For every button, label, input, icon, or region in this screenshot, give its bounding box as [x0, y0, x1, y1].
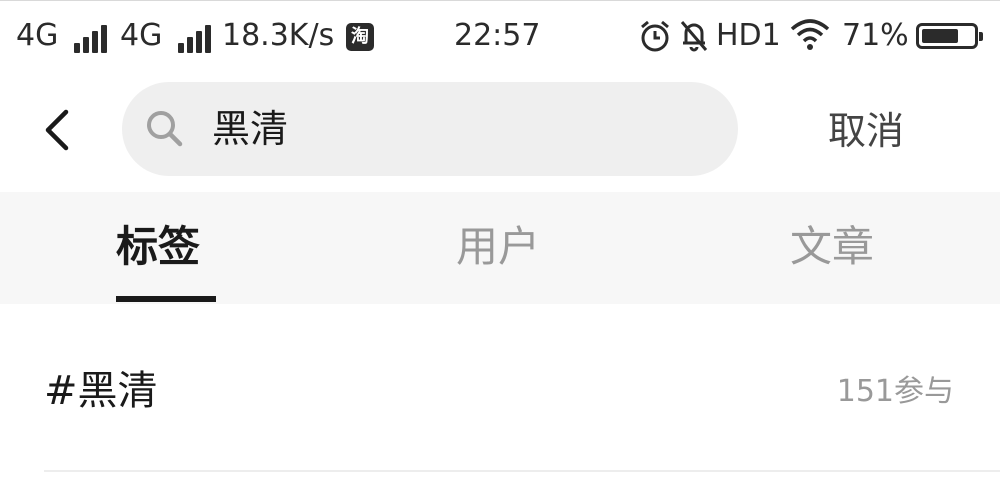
cancel-button[interactable]: 取消	[828, 108, 904, 154]
signal-icon	[177, 19, 214, 53]
battery-percent: 71%	[842, 18, 909, 53]
active-tab-indicator	[116, 296, 216, 302]
tag-name: #黑清	[44, 368, 158, 414]
network-speed: 18.3K/s	[222, 18, 335, 53]
alarm-icon	[641, 20, 669, 52]
search-query: 黑清	[212, 107, 289, 151]
clock: 22:57	[454, 18, 541, 53]
search-input[interactable]: 黑清	[122, 82, 738, 176]
taobao-notification-icon: 淘	[346, 23, 374, 51]
signal-icon	[73, 19, 110, 53]
search-bar-row: 黑清 取消	[0, 70, 1000, 192]
wifi-icon	[790, 19, 830, 50]
tab-tags[interactable]: 标签	[116, 222, 200, 272]
search-tabs: 标签 用户 文章	[0, 192, 1000, 304]
network-type-1: 4G	[16, 18, 59, 53]
hd-indicator: HD1	[716, 18, 781, 53]
network-indicator-2: 4G	[120, 19, 214, 53]
divider	[44, 470, 1000, 472]
participant-count: 151参与	[836, 374, 954, 409]
status-bar: 4G 4G 18.3K/s 淘 22:57 HD1 71%	[0, 0, 1000, 70]
search-icon	[147, 111, 183, 147]
tab-articles[interactable]: 文章	[790, 222, 874, 272]
battery-level	[922, 29, 958, 43]
list-item[interactable]: #黑清 151参与	[0, 304, 1000, 472]
network-type-2: 4G	[120, 18, 163, 53]
battery-icon	[916, 23, 983, 49]
tab-users[interactable]: 用户	[456, 222, 540, 272]
back-arrow-icon[interactable]	[36, 106, 80, 154]
mute-bell-icon	[680, 21, 708, 52]
network-indicator-1: 4G	[16, 19, 110, 53]
